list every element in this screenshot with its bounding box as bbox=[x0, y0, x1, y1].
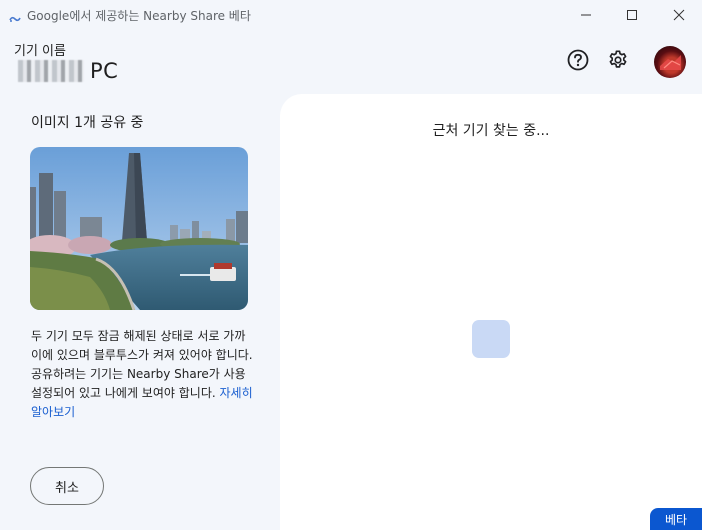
nearby-share-icon bbox=[9, 9, 21, 22]
title-bar: Google에서 제공하는 Nearby Share 베타 bbox=[0, 0, 702, 30]
help-button[interactable] bbox=[564, 48, 592, 76]
close-icon bbox=[673, 6, 685, 25]
share-panel: 이미지 1개 공유 중 두 기기 모두 잠금 해제된 상태로 서로 가까이에 있… bbox=[0, 94, 280, 530]
help-icon bbox=[567, 49, 589, 75]
requirements-info: 두 기기 모두 잠금 해제된 상태로 서로 가까이에 있으며 블루투스가 켜져 … bbox=[31, 327, 253, 422]
device-search-panel: 근처 기기 찾는 중... bbox=[280, 94, 702, 530]
avatar[interactable] bbox=[654, 46, 686, 78]
share-title: 이미지 1개 공유 중 bbox=[31, 115, 144, 131]
header: 기기 이름 PC bbox=[0, 30, 702, 94]
gear-icon bbox=[607, 49, 629, 75]
searching-status: 근처 기기 찾는 중... bbox=[432, 123, 550, 139]
close-button[interactable] bbox=[656, 0, 702, 30]
loading-indicator bbox=[472, 320, 510, 358]
window-title: Google에서 제공하는 Nearby Share 베타 bbox=[27, 9, 251, 23]
minimize-button[interactable] bbox=[563, 0, 609, 30]
maximize-icon bbox=[626, 6, 638, 25]
minimize-icon bbox=[580, 6, 592, 25]
device-name-redacted bbox=[18, 60, 84, 82]
device-name-suffix: PC bbox=[90, 59, 119, 83]
beta-badge: 베타 bbox=[650, 508, 702, 530]
device-name: PC bbox=[18, 57, 118, 85]
cancel-button[interactable]: 취소 bbox=[30, 467, 104, 505]
shared-image-preview bbox=[30, 147, 248, 310]
settings-button[interactable] bbox=[604, 48, 632, 76]
maximize-button[interactable] bbox=[609, 0, 655, 30]
